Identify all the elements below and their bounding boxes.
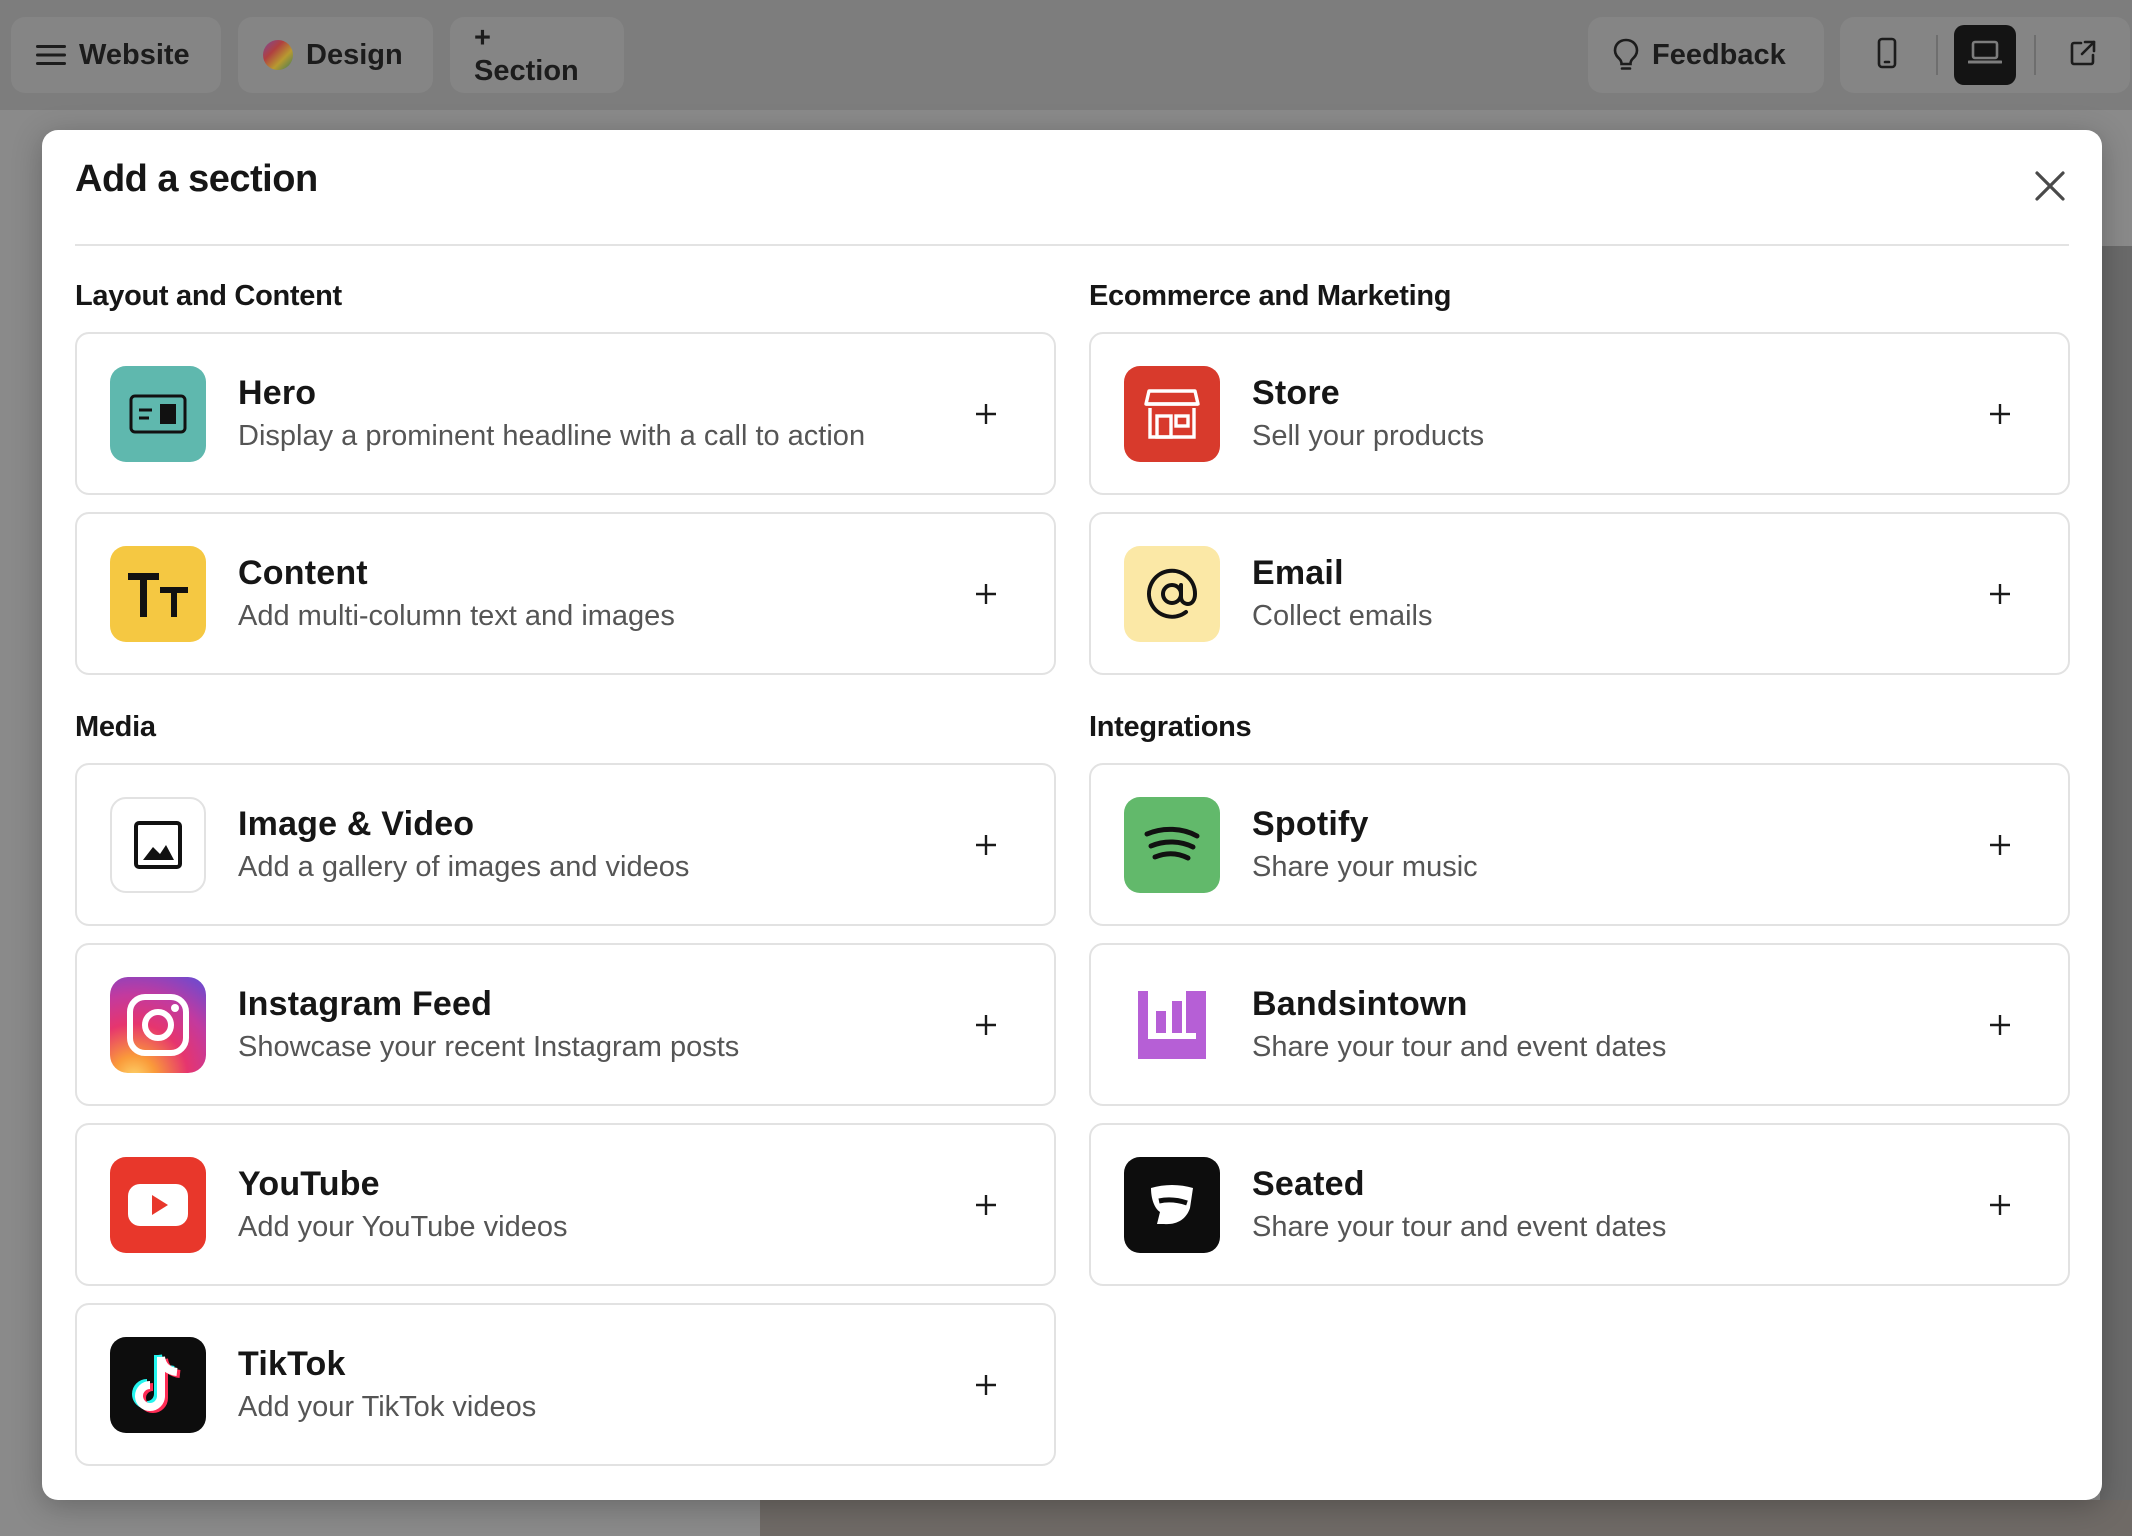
section-option-seated[interactable]: Seated Share your tour and event dates [1089, 1123, 2070, 1286]
section-option-bandsintown[interactable]: Bandsintown Share your tour and event da… [1089, 943, 2070, 1106]
section-description: Showcase your recent Instagram posts [238, 1031, 740, 1063]
group-title-integrations: Integrations [1089, 711, 1252, 743]
section-name: YouTube [238, 1165, 380, 1203]
plus-icon [1980, 1005, 2020, 1045]
section-name: Seated [1252, 1165, 1365, 1203]
page-background-bottom [760, 1500, 2132, 1536]
section-label: + Section [474, 22, 579, 87]
plus-icon [1980, 394, 2020, 434]
plus-icon [1980, 1185, 2020, 1225]
section-description: Add your TikTok videos [238, 1391, 537, 1423]
section-description: Share your music [1252, 851, 1478, 883]
section-option-instagram-feed[interactable]: Instagram Feed Showcase your recent Inst… [75, 943, 1056, 1106]
group-title-layout: Layout and Content [75, 280, 342, 312]
section-option-content[interactable]: Content Add multi-column text and images [75, 512, 1056, 675]
plus-icon [1980, 825, 2020, 865]
section-description: Add multi-column text and images [238, 600, 675, 632]
mobile-preview-button[interactable] [1856, 25, 1918, 85]
page-background-right [2100, 246, 2132, 1536]
section-description: Add your YouTube videos [238, 1211, 568, 1243]
section-description: Display a prominent headline with a call… [238, 420, 866, 452]
add-section-button[interactable]: + Section [450, 17, 624, 93]
hamburger-menu-icon [35, 43, 67, 67]
feedback-button[interactable]: Feedback [1588, 17, 1824, 93]
editor-toolbar: Website Design + Section Feedback [0, 0, 2132, 110]
section-name: Email [1252, 554, 1344, 592]
section-name: Image & Video [238, 805, 475, 843]
plus-icon [966, 825, 1006, 865]
lightbulb-icon [1612, 38, 1640, 72]
section-option-image-video[interactable]: Image & Video Add a gallery of images an… [75, 763, 1056, 926]
laptop-icon [1967, 40, 2003, 71]
group-title-ecommerce: Ecommerce and Marketing [1089, 280, 1452, 312]
section-option-youtube[interactable]: YouTube Add your YouTube videos [75, 1123, 1056, 1286]
section-description: Collect emails [1252, 600, 1433, 632]
color-wheel-icon [262, 39, 294, 71]
plus-icon [966, 1365, 1006, 1405]
section-option-hero[interactable]: Hero Display a prominent headline with a… [75, 332, 1056, 495]
plus-icon [966, 574, 1006, 614]
section-name: Store [1252, 374, 1340, 412]
divider [2034, 35, 2036, 75]
bandsintown-icon [1124, 977, 1220, 1073]
external-link-icon [2069, 39, 2097, 72]
section-description: Share your tour and event dates [1252, 1211, 1667, 1243]
section-option-store[interactable]: Store Sell your products [1089, 332, 2070, 495]
section-description: Sell your products [1252, 420, 1485, 452]
website-menu-button[interactable]: Website [11, 17, 221, 93]
group-title-media: Media [75, 711, 156, 743]
design-button[interactable]: Design [238, 17, 433, 93]
close-icon [2034, 170, 2066, 207]
section-name: Content [238, 554, 368, 592]
at-sign-icon [1124, 546, 1220, 642]
divider [1936, 35, 1938, 75]
website-label: Website [79, 38, 190, 71]
page-background [0, 110, 42, 1536]
store-icon [1124, 366, 1220, 462]
plus-icon [966, 1005, 1006, 1045]
section-description: Share your tour and event dates [1252, 1031, 1667, 1063]
close-button[interactable] [2028, 166, 2072, 210]
text-size-icon [110, 546, 206, 642]
modal-title: Add a section [75, 158, 318, 200]
hero-icon [110, 366, 206, 462]
plus-icon [966, 1185, 1006, 1225]
open-external-button[interactable] [2052, 25, 2114, 85]
section-name: Hero [238, 374, 317, 412]
device-preview-toggle [1840, 17, 2130, 93]
instagram-icon [110, 977, 206, 1073]
youtube-icon [110, 1157, 206, 1253]
seated-icon [1124, 1157, 1220, 1253]
plus-icon [1980, 574, 2020, 614]
feedback-label: Feedback [1652, 38, 1786, 71]
mobile-icon [1877, 37, 1897, 74]
desktop-preview-button[interactable] [1954, 25, 2016, 85]
section-option-email[interactable]: Email Collect emails [1089, 512, 2070, 675]
section-name: Bandsintown [1252, 985, 1468, 1023]
spotify-icon [1124, 797, 1220, 893]
design-label: Design [306, 38, 403, 71]
divider [75, 244, 2069, 246]
image-icon [110, 797, 206, 893]
section-name: Spotify [1252, 805, 1369, 843]
section-name: Instagram Feed [238, 985, 493, 1023]
plus-icon [966, 394, 1006, 434]
add-section-modal: Add a section Layout and Content Hero Di… [42, 130, 2102, 1500]
section-description: Add a gallery of images and videos [238, 851, 690, 883]
section-option-tiktok[interactable]: TikTok Add your TikTok videos [75, 1303, 1056, 1466]
section-option-spotify[interactable]: Spotify Share your music [1089, 763, 2070, 926]
tiktok-icon [110, 1337, 206, 1433]
section-name: TikTok [238, 1345, 346, 1383]
